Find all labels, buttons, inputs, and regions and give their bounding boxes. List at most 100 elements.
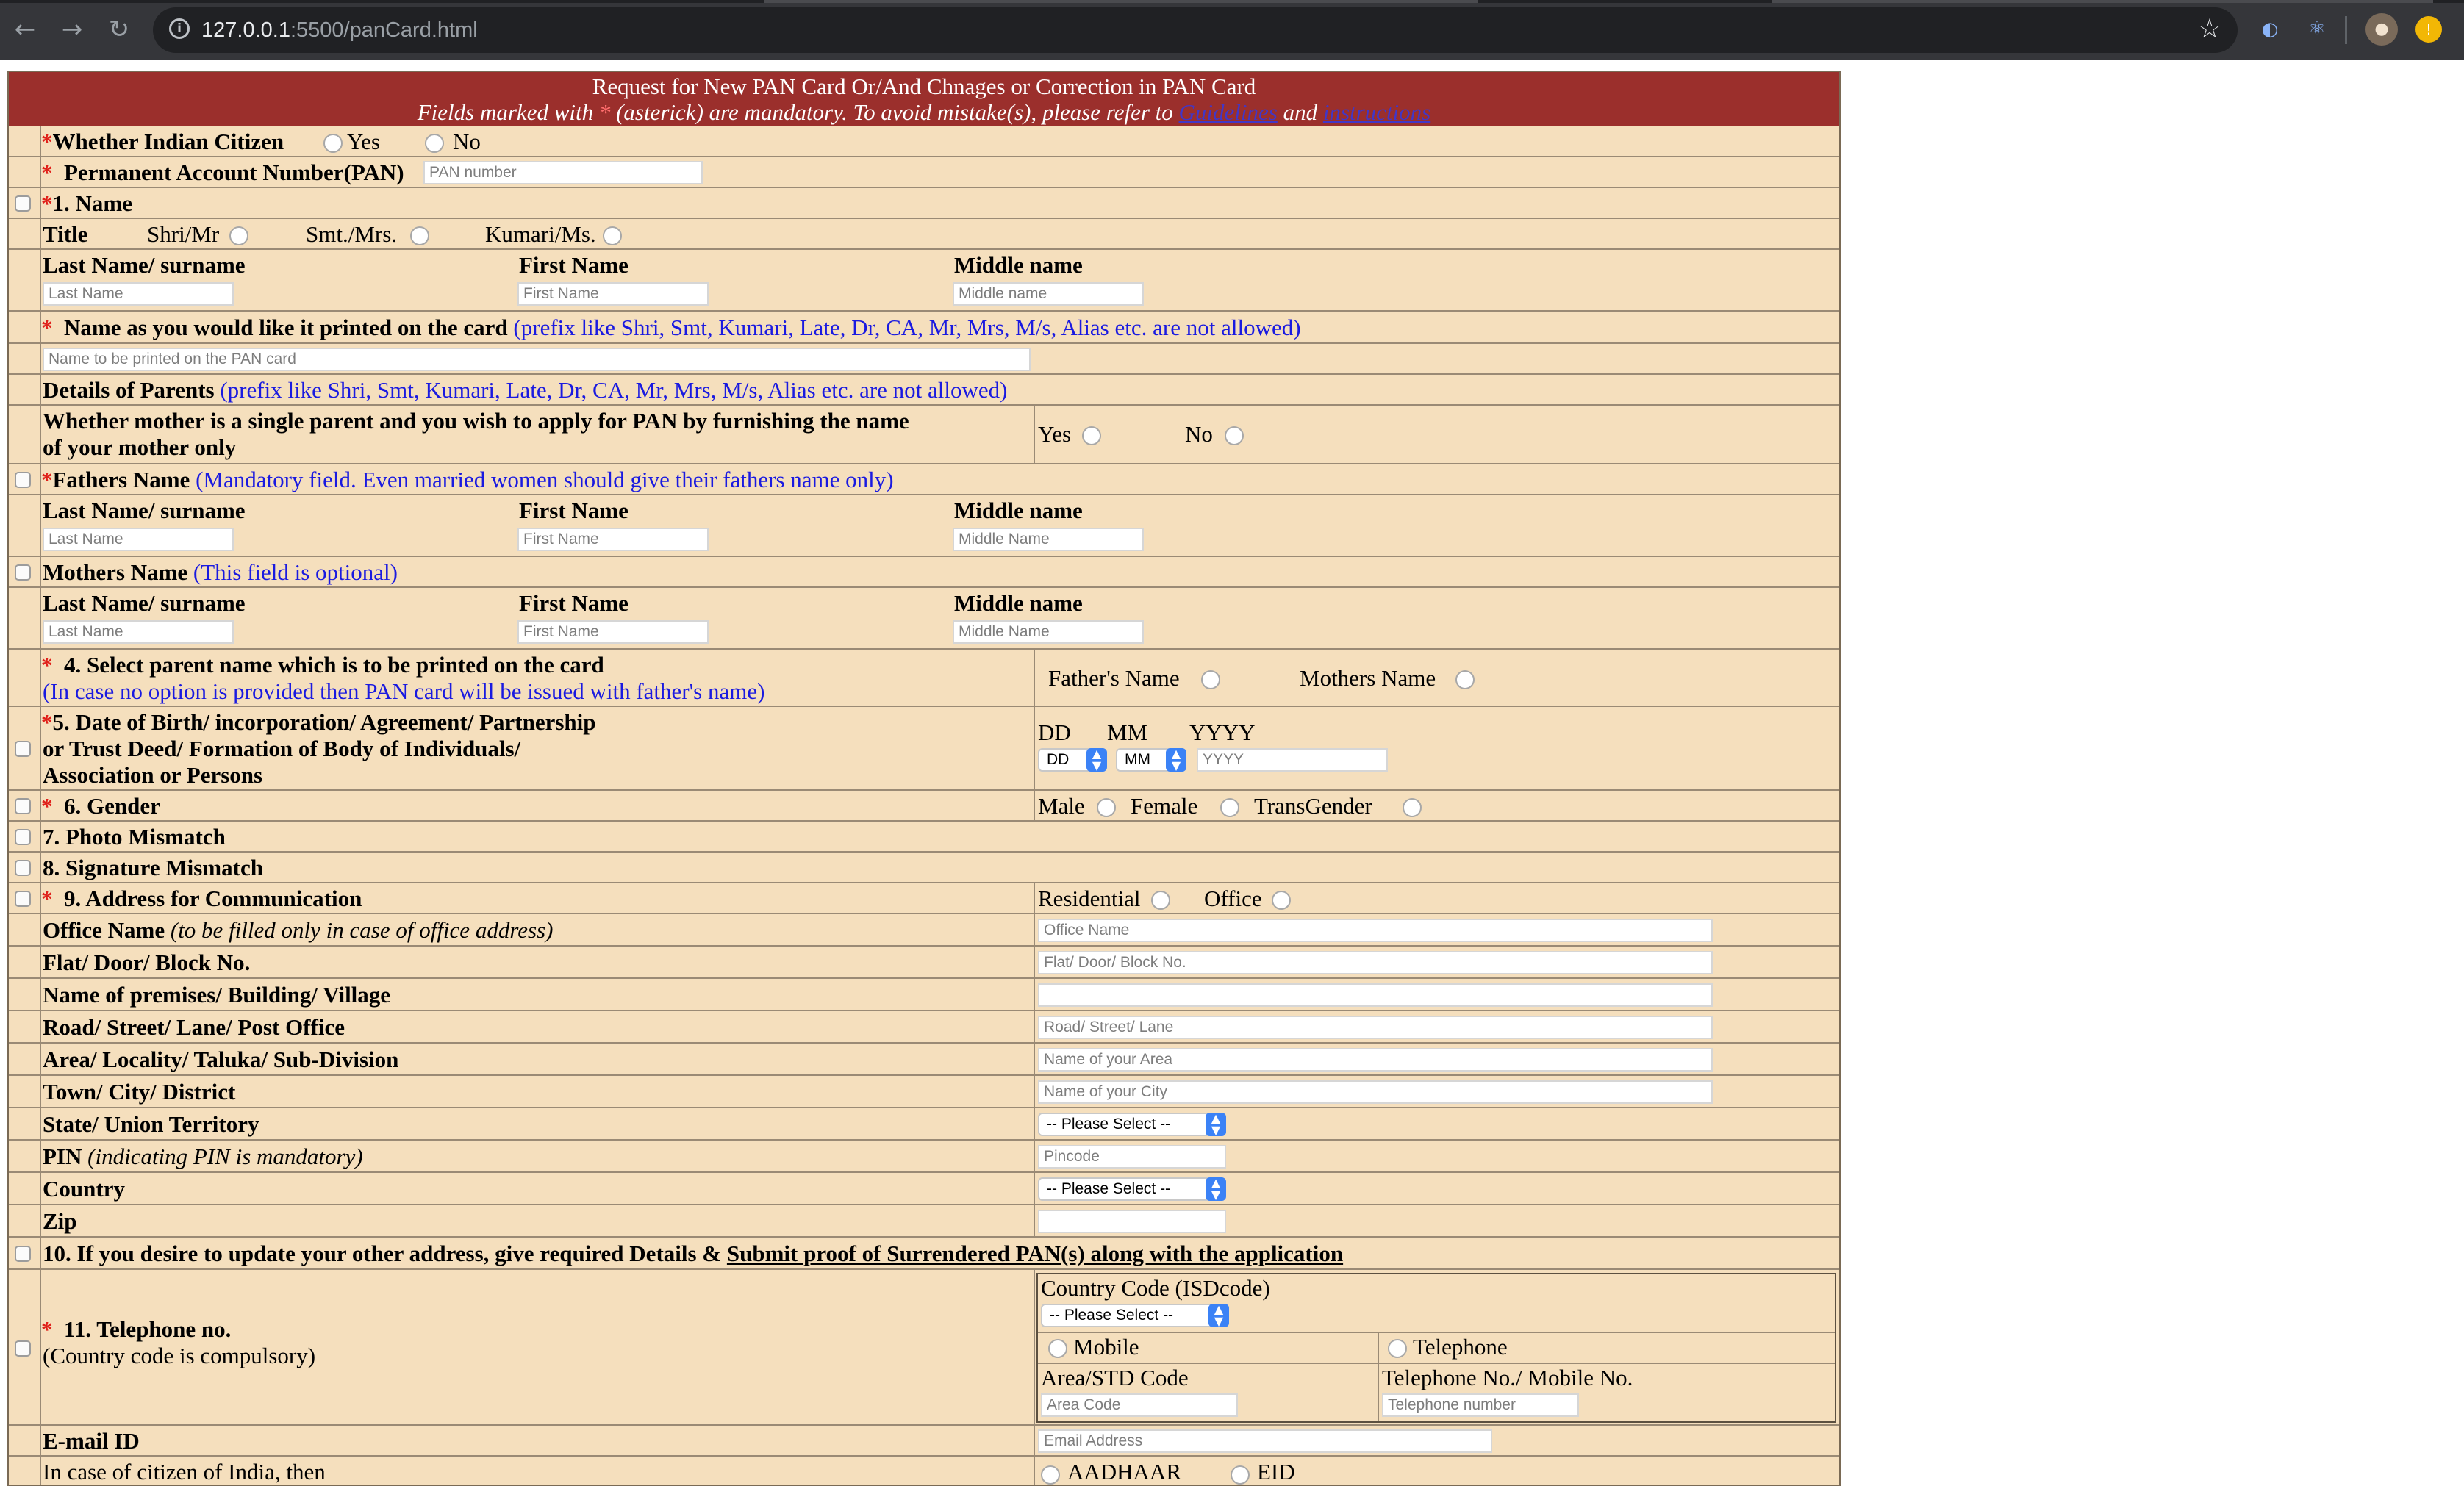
checkbox-column: [9, 707, 41, 789]
telephone-number-input[interactable]: Telephone number: [1382, 1393, 1579, 1417]
zip-input[interactable]: [1038, 1210, 1226, 1233]
father-name-option-radio[interactable]: [1201, 670, 1220, 689]
aadhaar-label: AADHAAR: [1067, 1459, 1181, 1485]
last-name-input[interactable]: Last Name: [43, 282, 234, 306]
reload-icon[interactable]: ↻: [100, 10, 138, 49]
country-select[interactable]: -- Please Select -- ▲ ▼: [1038, 1177, 1226, 1201]
checkbox-column: [9, 1205, 41, 1236]
india-label: In case of citizen of India, then: [43, 1459, 326, 1485]
notification-icon[interactable]: !: [2415, 16, 2442, 43]
mother-middle-input[interactable]: Middle Name: [953, 620, 1144, 644]
tab-active-indicator: [764, 0, 1478, 3]
mother-last-input[interactable]: Last Name: [43, 620, 234, 644]
last-name-label: Last Name/ surname: [43, 252, 246, 278]
telephone-type-radio[interactable]: [1388, 1339, 1407, 1358]
email-input[interactable]: Email Address: [1038, 1429, 1492, 1453]
signature-checkbox[interactable]: [15, 860, 31, 876]
zip-label: Zip: [43, 1208, 77, 1234]
citizen-no-radio[interactable]: [425, 134, 444, 153]
male-label: Male: [1038, 793, 1085, 819]
dd-select[interactable]: DD ▲ ▼: [1038, 748, 1107, 772]
name-checkbox[interactable]: [15, 195, 31, 212]
eid-radio[interactable]: [1231, 1465, 1250, 1485]
premises-row: Name of premises/ Building/ Village: [9, 979, 1839, 1011]
column-divider: [1034, 791, 1035, 822]
mm-select[interactable]: MM ▲ ▼: [1116, 748, 1186, 772]
react-devtools-icon[interactable]: ⚛: [2301, 13, 2333, 46]
mother-name-option-radio[interactable]: [1455, 670, 1475, 689]
checkbox-column: [9, 947, 41, 977]
address-checkbox[interactable]: [15, 891, 31, 907]
telephone-checkbox[interactable]: [15, 1340, 31, 1357]
area-code-input[interactable]: Area Code: [1041, 1393, 1238, 1417]
pan-input[interactable]: PAN number: [423, 161, 703, 184]
single-parent-yes-radio[interactable]: [1082, 426, 1101, 445]
father-checkbox[interactable]: [15, 472, 31, 488]
pin-input[interactable]: Pincode: [1038, 1145, 1226, 1169]
star-icon[interactable]: ☆: [2198, 13, 2221, 46]
checkbox-column: [9, 853, 41, 882]
site-info-icon[interactable]: i: [169, 18, 190, 39]
citizen-no-label: No: [453, 129, 481, 154]
residential-radio[interactable]: [1151, 891, 1170, 910]
single-parent-line1: Whether mother is a single parent and yo…: [43, 408, 909, 434]
area-row: Area/ Locality/ Taluka/ Sub-Division Nam…: [9, 1044, 1839, 1076]
checkbox-column: [9, 406, 41, 463]
checkbox-column: [9, 312, 41, 342]
title-row: Title Shri/Mr Smt./Mrs. Kumari/Ms.: [9, 219, 1839, 250]
father-first-input[interactable]: First Name: [517, 528, 709, 551]
citizen-yes-radio[interactable]: [323, 134, 343, 153]
road-input[interactable]: Road/ Street/ Lane: [1038, 1016, 1713, 1039]
office-name-input[interactable]: Office Name: [1038, 919, 1713, 942]
url-text[interactable]: 127.0.0.1:5500/panCard.html: [201, 7, 478, 53]
title-shri-radio[interactable]: [229, 226, 248, 245]
extension-icon[interactable]: ◐: [2254, 13, 2286, 46]
address-bar[interactable]: i 127.0.0.1:5500/panCard.html ☆: [153, 7, 2238, 53]
town-input[interactable]: Name of your City: [1038, 1080, 1713, 1104]
office-radio[interactable]: [1272, 891, 1291, 910]
other-address-checkbox[interactable]: [15, 1246, 31, 1262]
state-select[interactable]: -- Please Select -- ▲ ▼: [1038, 1113, 1226, 1136]
name-label: *1. Name: [41, 190, 132, 216]
phone-box-border: [1036, 1273, 1038, 1423]
mother-checkbox[interactable]: [15, 564, 31, 581]
mobile-radio[interactable]: [1048, 1339, 1067, 1358]
column-divider: [1034, 1457, 1035, 1485]
middle-name-input[interactable]: Middle name: [953, 282, 1144, 306]
gender-checkbox[interactable]: [15, 798, 31, 814]
male-radio[interactable]: [1097, 798, 1116, 817]
female-radio[interactable]: [1220, 798, 1239, 817]
title-kumari-label: Kumari/Ms.: [485, 221, 596, 247]
father-middle-input[interactable]: Middle Name: [953, 528, 1144, 551]
single-parent-no-radio[interactable]: [1225, 426, 1244, 445]
signature-row: 8. Signature Mismatch: [9, 853, 1839, 883]
premises-input[interactable]: [1038, 983, 1713, 1007]
column-divider: [1034, 1076, 1035, 1108]
country-code-select[interactable]: -- Please Select -- ▲ ▼: [1041, 1304, 1229, 1327]
yyyy-input[interactable]: YYYY: [1197, 748, 1388, 772]
avatar[interactable]: ●: [2365, 13, 2398, 46]
flat-input[interactable]: Flat/ Door/ Block No.: [1038, 951, 1713, 974]
father-last-input[interactable]: Last Name: [43, 528, 234, 551]
aadhaar-radio[interactable]: [1041, 1465, 1060, 1485]
country-code-label: Country Code (ISDcode): [1041, 1275, 1270, 1301]
mother-first-input[interactable]: First Name: [517, 620, 709, 644]
title-smt-radio[interactable]: [410, 226, 429, 245]
photo-checkbox[interactable]: [15, 829, 31, 845]
instructions-link[interactable]: instructions: [1323, 99, 1430, 125]
back-arrow-icon[interactable]: ←: [6, 10, 44, 49]
mobile-label: Mobile: [1073, 1334, 1139, 1360]
father-heading-row: *Fathers Name (Mandatory field. Even mar…: [9, 464, 1839, 495]
title-kumari-radio[interactable]: [603, 226, 622, 245]
other-address-row: 10. If you desire to update your other a…: [9, 1238, 1839, 1270]
guidelines-link[interactable]: Guidelines: [1179, 99, 1278, 125]
dob-checkbox[interactable]: [15, 741, 31, 757]
transgender-radio[interactable]: [1403, 798, 1422, 817]
address-label: * 9. Address for Communication: [41, 886, 362, 911]
dob-row: *5. Date of Birth/ incorporation/ Agreem…: [9, 707, 1839, 791]
forward-arrow-icon[interactable]: →: [53, 10, 91, 49]
area-input[interactable]: Name of your Area: [1038, 1048, 1713, 1072]
printed-name-input[interactable]: Name to be printed on the PAN card: [43, 348, 1031, 371]
first-name-input[interactable]: First Name: [517, 282, 709, 306]
female-label: Female: [1131, 793, 1198, 819]
